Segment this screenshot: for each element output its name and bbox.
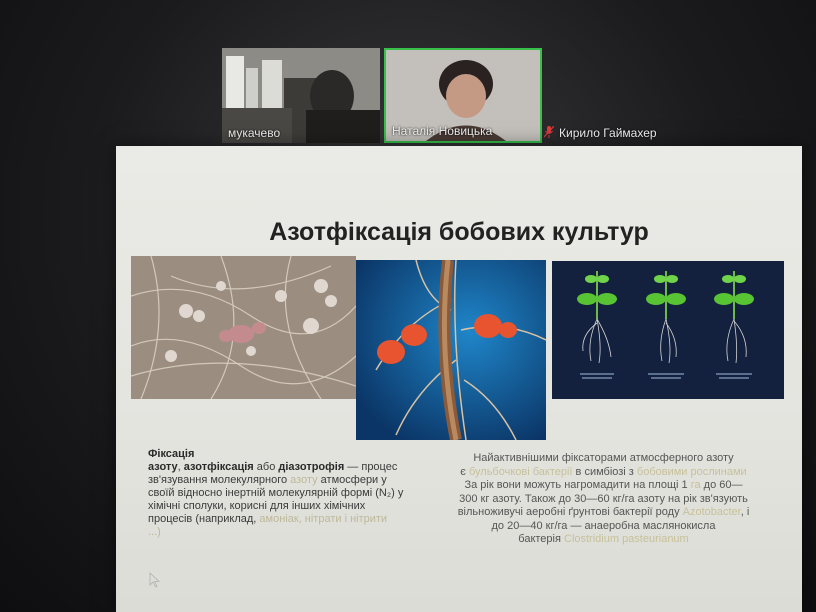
text-line: своїй відносно інертній молекулярній фор… — [148, 487, 404, 499]
term: діазотрофія — [278, 461, 345, 473]
shared-presentation-slide: Азотфіксація бобових культур Фіксація аз… — [116, 146, 802, 612]
participant-name: мукачево — [228, 126, 281, 140]
hyperlink-text[interactable]: Clostridium pasteurianum — [564, 533, 689, 545]
root-nodules-photo — [131, 256, 356, 399]
text-line: в симбіозі з — [572, 465, 637, 478]
text-line: є — [460, 465, 469, 478]
legume-plants-diagram — [552, 261, 784, 399]
hyperlink-text[interactable]: бобовими рослинами — [637, 466, 747, 478]
term: азотфіксація — [183, 461, 254, 473]
text-line: , і — [740, 506, 750, 518]
text-line: бактерія — [518, 533, 564, 545]
slide-right-paragraph: Найактивнішими фіксаторами атмосферного … — [441, 452, 766, 547]
text-line: до 20—40 кг/га — анаеробна маслянокисла — [491, 519, 716, 532]
text-line: Найактивнішими фіксаторами атмосферного … — [473, 452, 734, 464]
root-with-nodules-closeup — [356, 260, 546, 440]
hyperlink-text[interactable]: ...) — [148, 526, 428, 539]
text-line: вільноживучі аеробні ґрунтові бактерії р… — [457, 506, 683, 518]
text-line: — процес — [344, 461, 398, 473]
text-line: до 60— — [700, 479, 743, 491]
text-line: зв'язування молекулярного — [148, 474, 291, 486]
microphone-muted-icon — [544, 126, 554, 138]
mouse-cursor-icon — [149, 572, 161, 588]
separator: або — [253, 461, 279, 473]
text-line: атмосфери у — [317, 474, 387, 486]
participant-tile-active-speaker[interactable]: Наталія Новицька — [384, 48, 542, 143]
hyperlink-text[interactable]: га — [691, 479, 701, 491]
hyperlink-text[interactable]: Azotobacter — [683, 506, 741, 518]
slide-left-paragraph: Фіксація азоту, азотфіксація або діазотр… — [148, 448, 428, 539]
text-line: хімічні сполуки, корисні для інших хіміч… — [148, 500, 366, 512]
hyperlink-text[interactable]: амоніак, нітрати і нітрити — [259, 513, 387, 525]
monitor-screen: мукачево Наталія Новицька Кирило Гаймахе… — [0, 0, 816, 612]
hyperlink-text[interactable]: азоту — [290, 474, 317, 486]
participant-name: Наталія Новицька — [392, 124, 493, 138]
participant-tile-muted[interactable]: Кирило Гаймахер — [544, 48, 694, 143]
text-line: За рік вони можуть нагромадити на площі … — [464, 479, 691, 491]
participant-name: Кирило Гаймахер — [559, 126, 657, 140]
paragraph-heading: Фіксація — [148, 448, 195, 460]
term: азоту — [148, 461, 178, 473]
slide-title: Азотфіксація бобових культур — [269, 218, 649, 246]
participant-tile-mukachevo[interactable]: мукачево — [222, 48, 380, 143]
text-line: процесів (наприклад, — [148, 513, 260, 525]
hyperlink-text[interactable]: бульбочкові бактерії — [469, 466, 573, 478]
participant-label: Кирило Гаймахер — [544, 126, 657, 140]
text-line: 300 кг азоту. Також до 30—60 кг/га азоту… — [459, 492, 748, 505]
